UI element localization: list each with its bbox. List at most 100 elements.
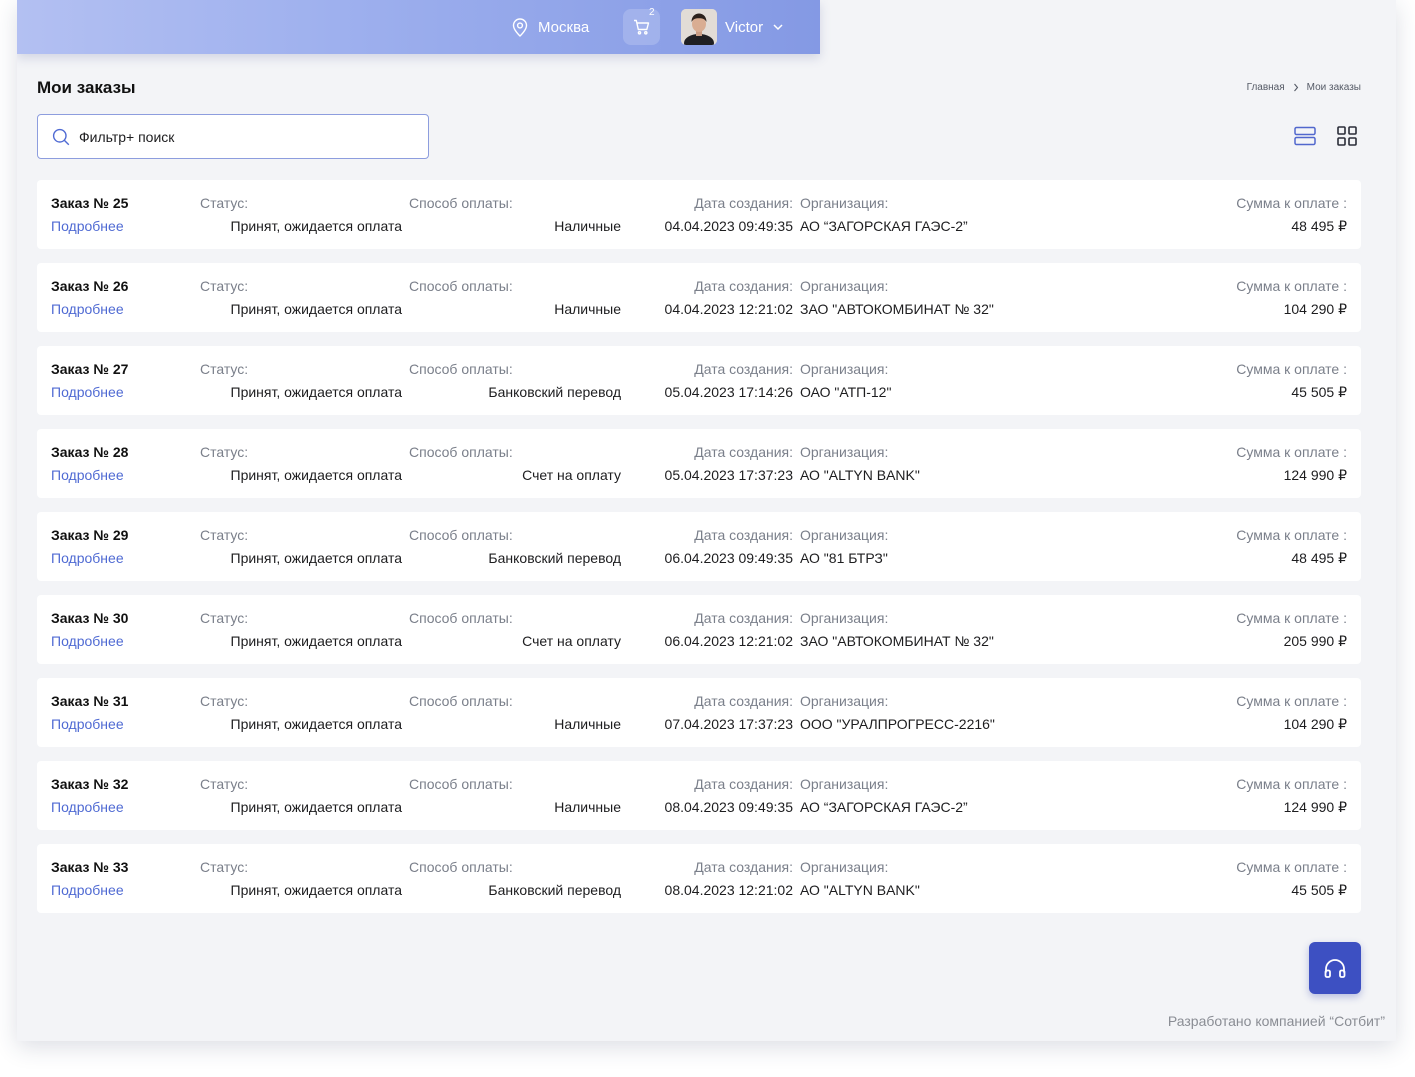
order-amount-label: Сумма к оплате : [1236, 610, 1347, 626]
order-status-label: Статус: [200, 859, 249, 875]
order-amount-value: 48 495 ₽ [1291, 550, 1347, 566]
page-title: Мои заказы [37, 78, 136, 97]
order-number: Заказ № 32 [51, 776, 129, 792]
order-number: Заказ № 31 [51, 693, 129, 709]
order-org-value: АО “ЗАГОРСКАЯ ГАЭС-2” [800, 218, 968, 234]
cart-icon [634, 19, 650, 35]
breadcrumb: Главная Мои заказы [1247, 82, 1361, 93]
order-date-value: 08.04.2023 12:21:02 [664, 882, 793, 898]
order-card: Заказ № 29 Подробнее Статус: Принят, ожидае… [37, 512, 1361, 581]
order-details-link[interactable]: Подробнее [51, 716, 124, 732]
order-payment-value: Банковский перевод [488, 550, 621, 566]
order-card: Заказ № 27 Подробнее Статус: Принят, ожидае… [37, 346, 1361, 415]
order-amount-value: 48 495 ₽ [1291, 218, 1347, 234]
support-button[interactable] [1309, 942, 1361, 994]
order-payment-value: Счет на оплату [522, 467, 621, 483]
order-number: Заказ № 27 [51, 361, 129, 377]
order-amount-value: 45 505 ₽ [1291, 882, 1347, 898]
order-org-value: ЗАО "АВТОКОМБИНАТ № 32" [800, 633, 994, 649]
order-date-value: 05.04.2023 17:14:26 [664, 384, 793, 400]
order-details-link[interactable]: Подробнее [51, 301, 124, 317]
order-org-value: АО "81 БТРЗ" [800, 550, 888, 566]
order-date-label: Дата создания: [694, 610, 793, 626]
order-details-link[interactable]: Подробнее [51, 799, 124, 815]
search-icon [52, 128, 70, 145]
order-date-value: 04.04.2023 09:49:35 [664, 218, 793, 234]
order-org-label: Организация: [800, 776, 889, 792]
order-amount-value: 45 505 ₽ [1291, 384, 1347, 400]
order-amount-label: Сумма к оплате : [1236, 527, 1347, 543]
order-payment-label: Способ оплаты: [409, 527, 513, 543]
headphones-icon [1324, 959, 1346, 978]
order-number: Заказ № 26 [51, 278, 129, 294]
order-org-value: ООО "УРАЛПРОГРЕСС-2216" [800, 716, 995, 732]
order-org-value: ОАО "АТП-12" [800, 384, 892, 400]
search-input[interactable] [79, 128, 409, 145]
user-menu[interactable]: Victor [681, 9, 784, 45]
order-card: Заказ № 30 Подробнее Статус: Принят, ожидае… [37, 595, 1361, 664]
top-header: Москва 2 Victor [17, 0, 820, 54]
orders-list: Заказ № 25 Подробнее Статус: Принят, ожидае… [37, 180, 1361, 927]
order-payment-value: Банковский перевод [488, 882, 621, 898]
order-date-value: 05.04.2023 17:37:23 [664, 467, 793, 483]
grid-view-icon[interactable] [1337, 126, 1357, 146]
order-details-link[interactable]: Подробнее [51, 633, 124, 649]
order-details-link[interactable]: Подробнее [51, 550, 124, 566]
order-status-value: Принят, ожидается оплата [230, 716, 403, 732]
city-selector[interactable]: Москва [511, 17, 589, 37]
cart-button[interactable]: 2 [623, 7, 660, 45]
order-card: Заказ № 31 Подробнее Статус: Принят, ожидае… [37, 678, 1361, 747]
app-window: Москва 2 Victor Мои заказы Главная Мои з… [17, 0, 1396, 1041]
order-number: Заказ № 28 [51, 444, 129, 460]
order-card: Заказ № 32 Подробнее Статус: Принят, ожидае… [37, 761, 1361, 830]
order-card: Заказ № 33 Подробнее Статус: Принят, ожидае… [37, 844, 1361, 913]
map-pin-icon [512, 18, 528, 37]
breadcrumb-home-link[interactable]: Главная [1247, 82, 1285, 93]
order-status-value: Принят, ожидается оплата [230, 301, 403, 317]
order-org-label: Организация: [800, 361, 889, 377]
order-date-label: Дата создания: [694, 776, 793, 792]
order-status-value: Принят, ожидается оплата [230, 882, 403, 898]
order-org-value: АО "ALTYN BANK" [800, 882, 920, 898]
order-details-link[interactable]: Подробнее [51, 882, 124, 898]
order-payment-label: Способ оплаты: [409, 776, 513, 792]
order-status-value: Принят, ожидается оплата [230, 799, 403, 815]
avatar [681, 9, 717, 45]
order-details-link[interactable]: Подробнее [51, 384, 124, 400]
order-date-label: Дата создания: [694, 195, 793, 211]
order-date-value: 07.04.2023 17:37:23 [664, 716, 793, 732]
order-status-label: Статус: [200, 278, 249, 294]
order-status-label: Статус: [200, 776, 249, 792]
order-status-label: Статус: [200, 693, 249, 709]
cart-count-badge: 2 [649, 7, 655, 18]
order-amount-label: Сумма к оплате : [1236, 776, 1347, 792]
order-card: Заказ № 26 Подробнее Статус: Принят, ожидае… [37, 263, 1361, 332]
order-org-value: АО "ALTYN BANK" [800, 467, 920, 483]
order-status-value: Принят, ожидается оплата [230, 384, 403, 400]
order-payment-value: Банковский перевод [488, 384, 621, 400]
order-org-value: АО “ЗАГОРСКАЯ ГАЭС-2” [800, 799, 968, 815]
order-date-value: 06.04.2023 12:21:02 [664, 633, 793, 649]
order-details-link[interactable]: Подробнее [51, 467, 124, 483]
order-org-label: Организация: [800, 444, 889, 460]
order-status-value: Принят, ожидается оплата [230, 633, 403, 649]
order-number: Заказ № 33 [51, 859, 129, 875]
user-name: Victor [725, 18, 764, 36]
order-card: Заказ № 25 Подробнее Статус: Принят, ожидае… [37, 180, 1361, 249]
order-payment-value: Наличные [554, 716, 621, 732]
order-payment-label: Способ оплаты: [409, 278, 513, 294]
order-amount-label: Сумма к оплате : [1236, 693, 1347, 709]
list-view-icon[interactable] [1294, 126, 1316, 146]
order-org-label: Организация: [800, 693, 889, 709]
order-number: Заказ № 29 [51, 527, 129, 543]
chevron-down-icon [773, 24, 783, 31]
order-details-link[interactable]: Подробнее [51, 218, 124, 234]
order-status-value: Принят, ожидается оплата [230, 550, 403, 566]
order-amount-value: 124 990 ₽ [1283, 799, 1347, 815]
chevron-right-icon [1293, 83, 1298, 92]
order-org-label: Организация: [800, 610, 889, 626]
order-date-value: 04.04.2023 12:21:02 [664, 301, 793, 317]
order-status-label: Статус: [200, 361, 249, 377]
order-org-value: ЗАО "АВТОКОМБИНАТ № 32" [800, 301, 994, 317]
order-status-label: Статус: [200, 444, 249, 460]
